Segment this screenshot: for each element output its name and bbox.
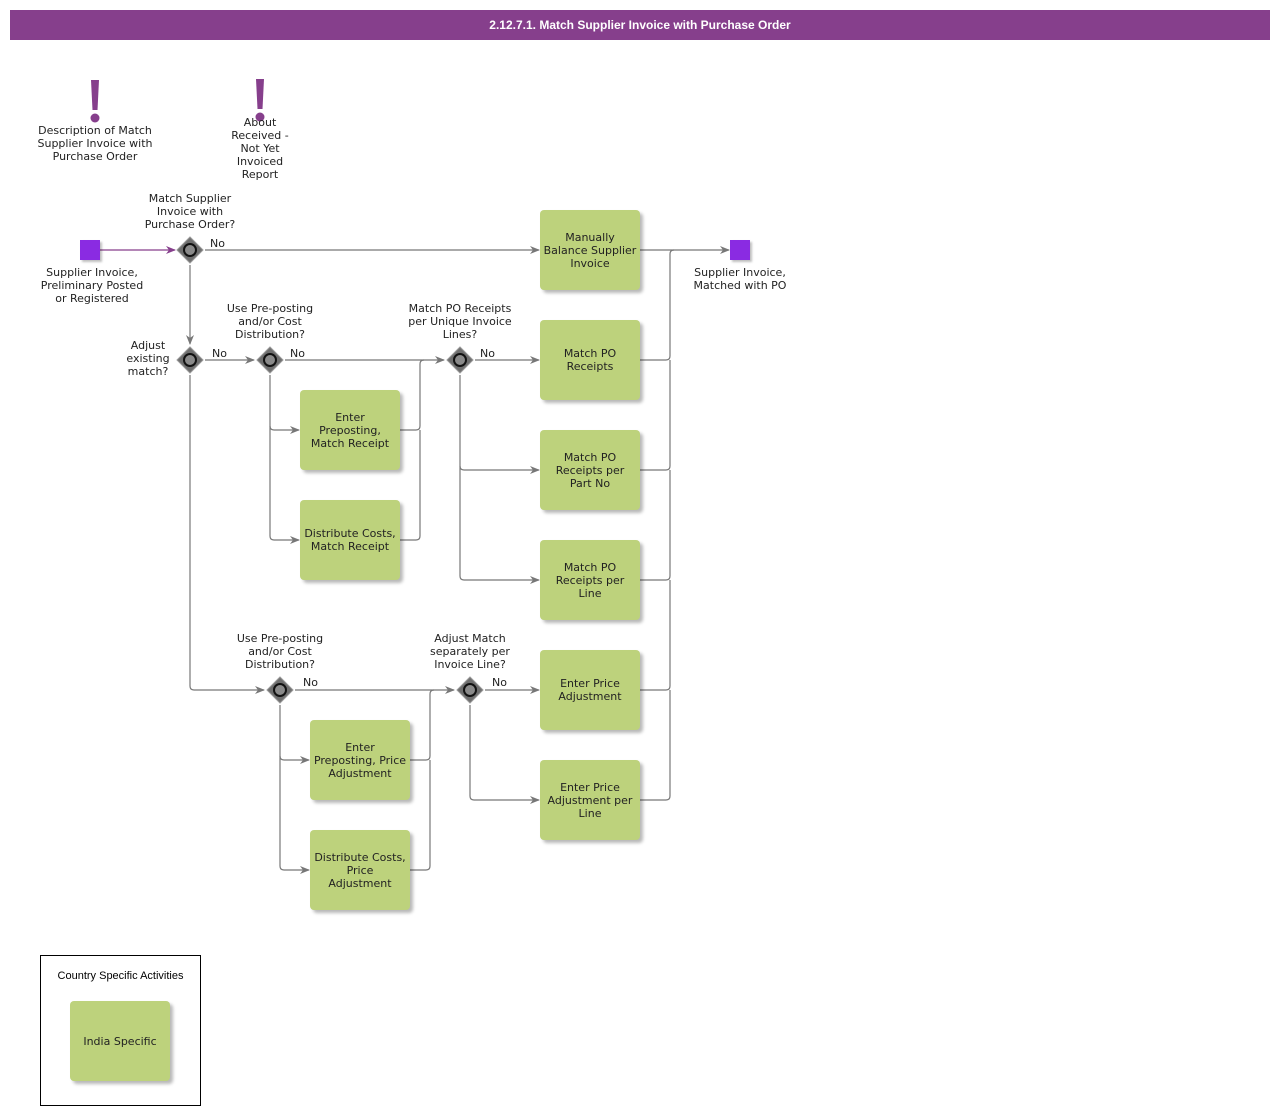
gateway-g2-branch: No — [212, 347, 227, 360]
flow-g4-to-part — [459, 375, 540, 474]
flow-g3-to-preposting — [269, 375, 300, 434]
task-match-po-receipts[interactable]: Match PO Receipts — [540, 320, 640, 400]
gateway-g5-icon[interactable] — [265, 675, 295, 705]
gateway-g1-label: Match Supplier Invoice with Purchase Ord… — [144, 192, 236, 231]
gateway-g4-icon[interactable] — [445, 345, 475, 375]
start-event-label: Supplier Invoice, Preliminary Posted or … — [40, 266, 144, 305]
annotation-label-description: Description of Match Supplier Invoice wi… — [37, 124, 153, 163]
gateway-g3-label: Use Pre-posting and/or Cost Distribution… — [226, 302, 314, 341]
start-event[interactable] — [80, 240, 100, 260]
annotation-label-about-report: About Received - Not Yet Invoiced Report — [231, 116, 289, 181]
legend-item-india-specific: India Specific — [70, 1001, 170, 1081]
flow-g6-to-priceadj-line — [469, 705, 540, 804]
task-match-po-receipts-per-line[interactable]: Match PO Receipts per Line — [540, 540, 640, 620]
task-enter-price-adjustment-per-line[interactable]: Enter Price Adjustment per Line — [540, 760, 640, 840]
task-match-po-receipts-per-part-no[interactable]: Match PO Receipts per Part No — [540, 430, 640, 510]
gateway-g6-icon[interactable] — [455, 675, 485, 705]
end-event[interactable] — [730, 240, 750, 260]
flow-merge-right — [640, 249, 675, 361]
gateway-g1-icon[interactable] — [175, 235, 205, 265]
gateway-g6-label: Adjust Match separately per Invoice Line… — [430, 632, 510, 671]
gateway-g5-branch: No — [303, 676, 318, 689]
gateway-g2-icon[interactable] — [175, 345, 205, 375]
exclamation-icon[interactable] — [85, 80, 105, 125]
legend-box: Country Specific Activities India Specif… — [40, 955, 201, 1106]
gateway-g4-branch: No — [480, 347, 495, 360]
gateway-g5-label: Use Pre-posting and/or Cost Distribution… — [236, 632, 324, 671]
task-enter-preposting-price-adjustment[interactable]: Enter Preposting, Price Adjustment — [310, 720, 410, 800]
flow-g5-to-distribute-price — [279, 756, 310, 874]
gateway-g3-branch: No — [290, 347, 305, 360]
flow-g3-to-distribute — [269, 426, 300, 544]
task-enter-price-adjustment[interactable]: Enter Price Adjustment — [540, 650, 640, 730]
flow-g4-to-line — [459, 466, 540, 584]
flow-connectors — [100, 246, 730, 874]
gateway-g3-icon[interactable] — [255, 345, 285, 375]
task-distribute-costs-price-adjustment[interactable]: Distribute Costs, Price Adjustment — [310, 830, 410, 910]
task-manually-balance-supplier-invoice[interactable]: Manually Balance Supplier Invoice — [540, 210, 640, 290]
legend-title: Country Specific Activities — [57, 970, 184, 982]
task-distribute-costs-match-receipt[interactable]: Distribute Costs, Match Receipt — [300, 500, 400, 580]
flow-g5-to-preposting-price — [279, 705, 310, 764]
gateway-g2-label: Adjust existing match? — [126, 339, 170, 378]
flow-preposting-to-g4 — [400, 359, 425, 431]
task-enter-preposting-match-receipt[interactable]: Enter Preposting, Match Receipt — [300, 390, 400, 470]
gateway-g4-label: Match PO Receipts per Unique Invoice Lin… — [408, 302, 512, 341]
gateway-g1-branch: No — [210, 237, 225, 250]
end-event-label: Supplier Invoice, Matched with PO — [693, 266, 787, 292]
gateway-g6-branch: No — [492, 676, 507, 689]
flow-distribute-to-g4 — [400, 430, 421, 541]
